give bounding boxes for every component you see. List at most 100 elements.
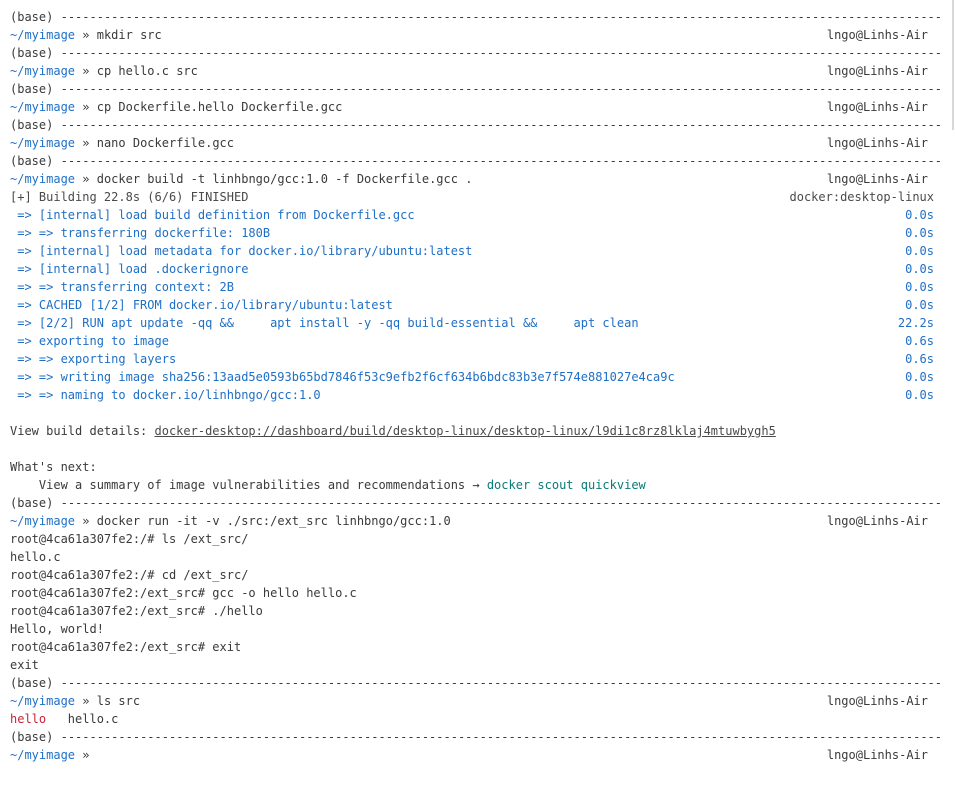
- container-output-line: root@4ca61a307fe2:/# cd /ext_src/: [10, 566, 942, 584]
- base-env-label: (base): [10, 46, 54, 60]
- host-label: lngo@Linhs-Air: [826, 64, 928, 78]
- output-text: hello.c: [10, 550, 61, 564]
- prompt-spacer: [90, 64, 97, 78]
- prompt-spacer: [90, 694, 97, 708]
- command-text: docker build -t linhbngo/gcc:1.0 -f Dock…: [96, 172, 473, 186]
- base-env-label: (base): [10, 730, 54, 744]
- command-text: cp Dockerfile.hello Dockerfile.gcc: [96, 100, 343, 114]
- executable-file: hello: [10, 712, 47, 726]
- output-text: exit: [10, 658, 39, 672]
- host-label: lngo@Linhs-Air: [826, 748, 928, 762]
- separator-dashes: [53, 730, 60, 744]
- prompt-path: ~/myimage: [10, 694, 76, 708]
- container-output-line: root@4ca61a307fe2:/ext_src# exit: [10, 638, 942, 656]
- prompt-line: ~/myimage » docker run -it -v ./src:/ext…: [10, 512, 942, 530]
- prompt-path: ~/myimage: [10, 28, 76, 42]
- build-step-time: 0.0s: [905, 226, 934, 240]
- build-status: [+] Building 22.8s (6/6) FINISHED: [10, 190, 249, 204]
- prompt-symbol: »: [82, 100, 90, 114]
- prompt-spacer: [90, 172, 97, 186]
- output-text: root@4ca61a307fe2:/ext_src# gcc -o hello…: [10, 586, 357, 600]
- output-text: What's next:: [10, 460, 97, 474]
- command-text: mkdir src: [96, 28, 162, 42]
- separator-dashes: ----------------------------------------…: [60, 118, 942, 132]
- command-text: ls src: [96, 694, 141, 708]
- base-env-label: (base): [10, 118, 54, 132]
- build-step-time: 0.0s: [905, 262, 934, 276]
- build-platform: docker:desktop-linux: [789, 190, 935, 204]
- output-text: root@4ca61a307fe2:/# cd /ext_src/: [10, 568, 249, 582]
- separator-dashes: ----------------------------------------…: [60, 676, 942, 690]
- separator-line: (base) ---------------------------------…: [10, 152, 942, 170]
- host-label: lngo@Linhs-Air: [826, 100, 928, 114]
- separator-dashes: [53, 496, 60, 510]
- build-header-line: [+] Building 22.8s (6/6) FINISHED docker:…: [10, 188, 942, 206]
- separator-dashes: [53, 46, 60, 60]
- separator-dashes: ----------------------------------------…: [60, 46, 942, 60]
- host-label: lngo@Linhs-Air: [826, 28, 928, 42]
- prompt-symbol: »: [82, 172, 90, 186]
- prompt-path: ~/myimage: [10, 64, 76, 78]
- build-details-link[interactable]: docker-desktop://dashboard/build/desktop…: [155, 424, 776, 438]
- build-step-text: => [internal] load .dockerignore: [10, 262, 249, 276]
- build-step: => => exporting layers 0.6s: [10, 350, 942, 368]
- separator-dashes: ----------------------------------------…: [60, 10, 942, 24]
- build-step-text: => [internal] load build definition from…: [10, 208, 415, 222]
- output-text: root@4ca61a307fe2:/ext_src# ./hello: [10, 604, 263, 618]
- prompt-symbol: »: [82, 136, 90, 150]
- prompt-spacer: [90, 136, 97, 150]
- separator-line: (base) ---------------------------------…: [10, 494, 942, 512]
- build-step: => CACHED [1/2] FROM docker.io/library/u…: [10, 296, 942, 314]
- prompt-path: ~/myimage: [10, 100, 76, 114]
- build-details-label: View build details:: [10, 424, 155, 438]
- separator-dashes: [53, 118, 60, 132]
- build-step-time: 22.2s: [897, 316, 934, 330]
- prompt-line: ~/myimage » cp hello.c src lngo@Linhs-Air: [10, 62, 942, 80]
- prompt-spacer: [90, 748, 97, 762]
- prompt-symbol: »: [82, 748, 90, 762]
- separator-dashes: [53, 10, 60, 24]
- base-env-label: (base): [10, 154, 54, 168]
- build-step: => [internal] load .dockerignore 0.0s: [10, 260, 942, 278]
- host-label: lngo@Linhs-Air: [826, 172, 928, 186]
- prompt-line: ~/myimage » lngo@Linhs-Air: [10, 746, 942, 764]
- prompt-path: ~/myimage: [10, 172, 76, 186]
- prompt-path: ~/myimage: [10, 748, 76, 762]
- build-step: => => writing image sha256:13aad5e0593b6…: [10, 368, 942, 386]
- build-step: => => transferring context: 2B 0.0s: [10, 278, 942, 296]
- prompt-symbol: »: [82, 28, 90, 42]
- separator-line: (base) ---------------------------------…: [10, 674, 942, 692]
- separator-dashes: [53, 154, 60, 168]
- scrollbar[interactable]: [952, 0, 954, 130]
- build-step: => => transferring dockerfile: 180B 0.0s: [10, 224, 942, 242]
- separator-line: (base) ---------------------------------…: [10, 8, 942, 26]
- build-step-text: => [2/2] RUN apt update -qq && apt insta…: [10, 316, 639, 330]
- build-step-text: => exporting to image: [10, 334, 169, 348]
- prompt-line: ~/myimage » mkdir src lngo@Linhs-Air: [10, 26, 942, 44]
- prompt-line: ~/myimage » docker build -t linhbngo/gcc…: [10, 170, 942, 188]
- output-text: root@4ca61a307fe2:/# ls /ext_src/: [10, 532, 249, 546]
- terminal-window[interactable]: (base) ---------------------------------…: [0, 0, 955, 807]
- build-step-text: => [internal] load metadata for docker.i…: [10, 244, 473, 258]
- command-text: cp hello.c src: [96, 64, 198, 78]
- host-label: lngo@Linhs-Air: [826, 514, 928, 528]
- build-step-text: => => transferring dockerfile: 180B: [10, 226, 271, 240]
- base-env-label: (base): [10, 496, 54, 510]
- build-step: => => naming to docker.io/linhbngo/gcc:1…: [10, 386, 942, 404]
- container-output-line: root@4ca61a307fe2:/# ls /ext_src/: [10, 530, 942, 548]
- prompt-symbol: »: [82, 514, 90, 528]
- container-output-line: Hello, world!: [10, 620, 942, 638]
- separator-dashes: [53, 82, 60, 96]
- source-file: hello.c: [46, 712, 119, 726]
- build-step-time: 0.0s: [905, 298, 934, 312]
- prompt-symbol: »: [82, 694, 90, 708]
- build-step-text: => => naming to docker.io/linhbngo/gcc:1…: [10, 388, 321, 402]
- next-hint-line: View a summary of image vulnerabilities …: [10, 476, 942, 494]
- prompt-path: ~/myimage: [10, 514, 76, 528]
- build-step: => exporting to image 0.6s: [10, 332, 942, 350]
- terminal-output: (base) ---------------------------------…: [10, 8, 942, 764]
- separator-line: (base) ---------------------------------…: [10, 44, 942, 62]
- separator-dashes: ----------------------------------------…: [60, 730, 942, 744]
- whats-next-line: What's next:: [10, 458, 942, 476]
- base-env-label: (base): [10, 676, 54, 690]
